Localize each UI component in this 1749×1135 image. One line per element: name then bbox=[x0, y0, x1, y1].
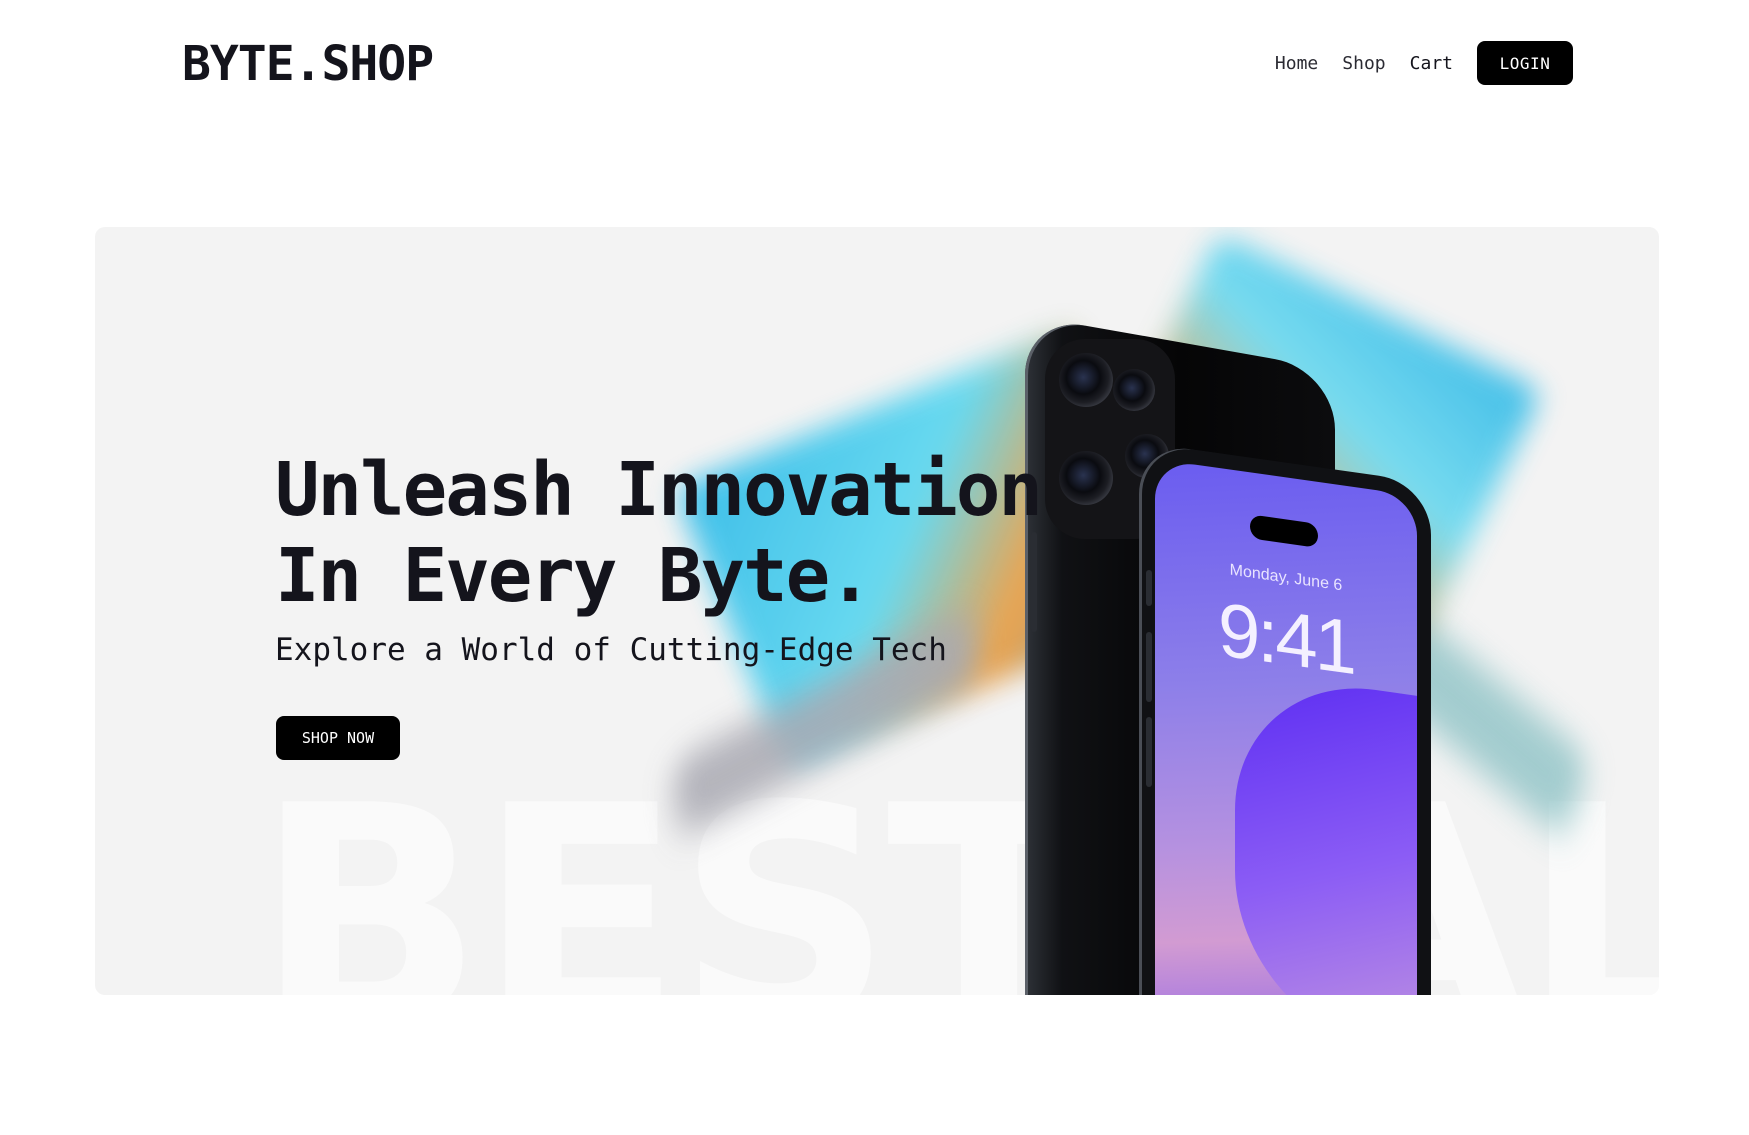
dynamic-island bbox=[1250, 514, 1318, 548]
site-header: BYTE.SHOP Home Shop Cart LOGIN bbox=[0, 0, 1749, 130]
wallpaper-wave bbox=[1235, 670, 1417, 995]
camera-lens bbox=[1059, 451, 1113, 505]
hero-title: Unleash Innovation In Every Byte. bbox=[275, 447, 1043, 619]
main-nav: Home Shop Cart LOGIN bbox=[1275, 41, 1573, 85]
camera-lens bbox=[1059, 353, 1113, 407]
page: BYTE.SHOP Home Shop Cart LOGIN BESTSALE bbox=[0, 0, 1749, 1135]
nav-link-cart[interactable]: Cart bbox=[1410, 53, 1453, 74]
hero-title-line-2: In Every Byte. bbox=[275, 533, 873, 619]
site-logo[interactable]: BYTE.SHOP bbox=[182, 36, 434, 92]
phone-lock-screen: Monday, June 6 9:41 bbox=[1155, 459, 1417, 995]
phone-side-button bbox=[1146, 717, 1152, 787]
nav-link-home[interactable]: Home bbox=[1275, 53, 1318, 74]
hero-banner: BESTSALE Monday, June 6 9:41 Unleash Inn… bbox=[95, 227, 1659, 995]
hero-watermark: BESTSALE bbox=[255, 742, 1659, 996]
phone-side-button bbox=[1146, 632, 1152, 702]
phone-side-button bbox=[1146, 570, 1152, 606]
camera-lens bbox=[1113, 369, 1155, 411]
nav-link-shop[interactable]: Shop bbox=[1342, 53, 1385, 74]
shop-now-button[interactable]: SHOP NOW bbox=[276, 716, 400, 760]
hero-title-line-1: Unleash Innovation bbox=[275, 447, 1043, 533]
hero-subtitle: Explore a World of Cutting-Edge Tech bbox=[275, 632, 947, 668]
login-button[interactable]: LOGIN bbox=[1477, 41, 1573, 85]
